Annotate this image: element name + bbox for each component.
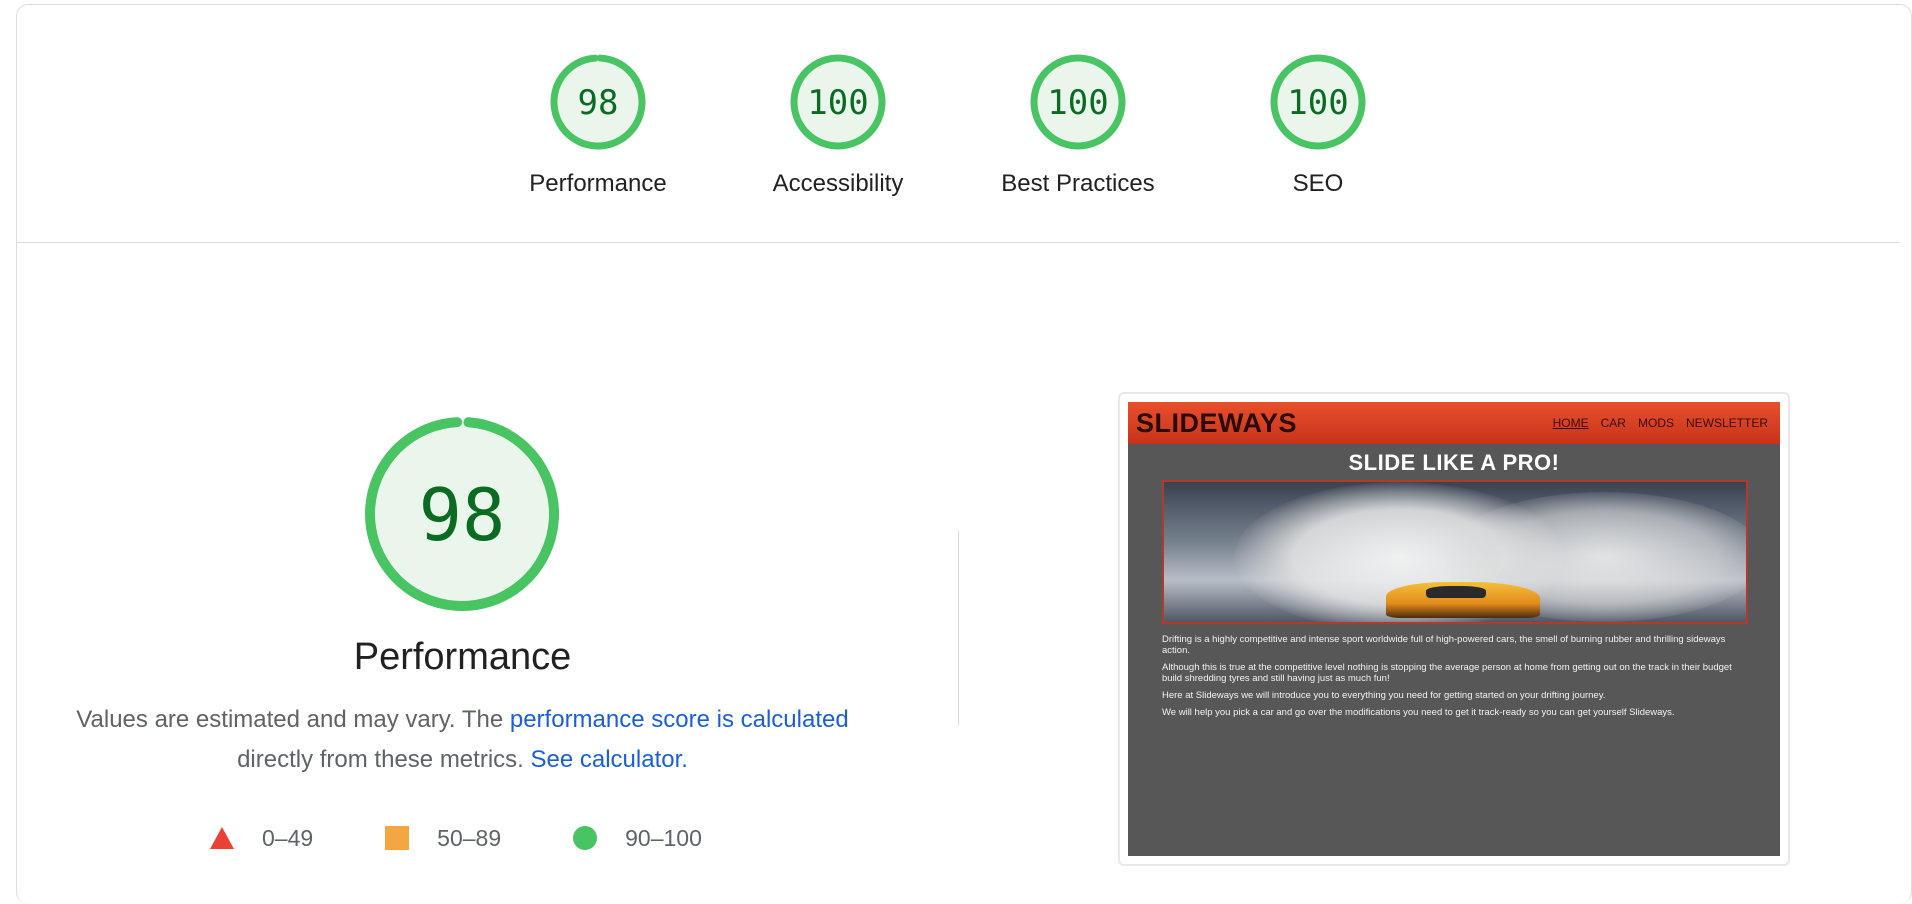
gauge-value: 100 — [807, 83, 868, 123]
gauge-ring: 100 — [1030, 54, 1126, 150]
site-paragraph: Here at Slideways we will introduce you … — [1162, 690, 1606, 701]
legend-range: 50–89 — [437, 824, 502, 851]
score-calculated-link[interactable]: performance score is calculated — [510, 706, 849, 733]
gauge-label: SEO — [1292, 170, 1344, 197]
performance-title: Performance — [353, 636, 572, 678]
vertical-divider — [958, 530, 959, 726]
legend-item-pass: 90–100 — [573, 825, 702, 852]
section-divider — [16, 242, 1900, 243]
site-heading: SLIDE LIKE A PRO! — [1348, 450, 1560, 475]
gauge-value: 98 — [578, 83, 619, 123]
site-body: Drifting is a highly competitive and int… — [1162, 634, 1752, 724]
nav-home: HOME — [1552, 416, 1589, 430]
legend-range: 0–49 — [262, 824, 314, 851]
site-paragraph: Drifting is a highly competitive and int… — [1162, 634, 1726, 656]
legend-range: 90–100 — [625, 824, 702, 851]
screenshot-page: SLIDEWAYS HOME CAR MODS NEWSLETTER SLIDE… — [1128, 402, 1780, 856]
gauge-performance[interactable]: 98 Performance — [488, 52, 708, 198]
legend-item-average: 50–89 — [385, 825, 501, 852]
gauge-label: Best Practices — [1001, 170, 1155, 197]
gauge-ring: 98 — [550, 54, 646, 150]
desc-text: Values are estimated and may vary. The — [76, 706, 504, 733]
performance-detail: 98 Performance Values are estimated and … — [40, 400, 920, 880]
hero-image — [1162, 480, 1748, 624]
see-calculator-link[interactable]: See calculator. — [530, 746, 687, 773]
triangle-icon — [210, 827, 234, 849]
site-paragraph: Although this is true at the competitive… — [1162, 662, 1732, 684]
site-nav: HOME CAR MODS NEWSLETTER — [1541, 416, 1768, 430]
gauge-value: 100 — [1287, 83, 1348, 123]
gauge-ring: 100 — [790, 54, 886, 150]
nav-car: CAR — [1600, 416, 1626, 430]
site-logo: SLIDEWAYS — [1136, 407, 1298, 438]
gauge-seo[interactable]: 100 SEO — [1208, 52, 1428, 198]
square-icon — [385, 826, 410, 850]
final-screenshot: SLIDEWAYS HOME CAR MODS NEWSLETTER SLIDE… — [1118, 392, 1790, 866]
nav-mods: MODS — [1637, 416, 1674, 430]
desc-text: directly from these metrics. — [237, 746, 524, 773]
gauge-accessibility[interactable]: 100 Accessibility — [728, 52, 948, 198]
gauge-label: Accessibility — [772, 170, 904, 197]
gauge-ring: 98 — [365, 417, 559, 611]
gauge-label: Performance — [529, 170, 667, 197]
gauge-best-practices[interactable]: 100 Best Practices — [968, 52, 1188, 198]
score-gauges: 98 Performance 100 Accessibility 100 Bes… — [0, 0, 1912, 240]
performance-description: Values are estimated and may vary. The p… — [40, 700, 885, 780]
car-image — [1386, 582, 1540, 618]
performance-gauge-large: 98 — [360, 412, 564, 621]
gauge-value: 100 — [1047, 83, 1108, 123]
score-legend: 0–49 50–89 90–100 — [210, 820, 774, 856]
site-paragraph: We will help you pick a car and go over … — [1162, 707, 1675, 718]
legend-item-fail: 0–49 — [210, 825, 313, 852]
gauge-ring: 100 — [1270, 54, 1366, 150]
nav-newsletter: NEWSLETTER — [1685, 416, 1768, 430]
performance-score: 98 — [419, 473, 506, 557]
site-header: SLIDEWAYS HOME CAR MODS NEWSLETTER — [1128, 402, 1780, 444]
circle-icon — [573, 826, 598, 850]
